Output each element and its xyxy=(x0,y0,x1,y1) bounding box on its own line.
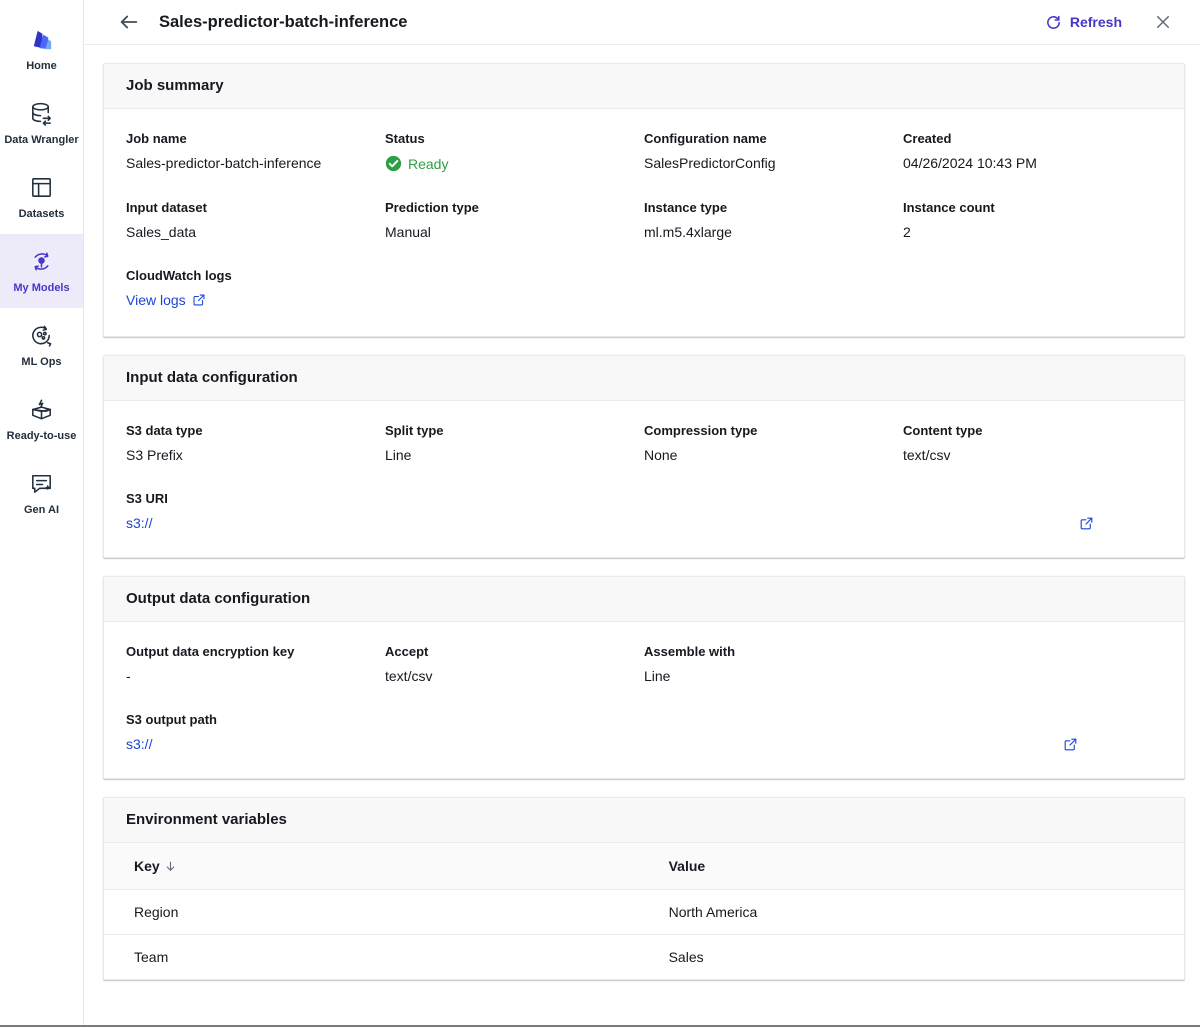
env-key-cell: Team xyxy=(104,935,639,980)
sidebar-item-label: Datasets xyxy=(19,208,65,220)
sidebar-item-label: Data Wrangler xyxy=(4,134,78,146)
close-icon xyxy=(1154,13,1172,31)
sidebar-item-data-wrangler[interactable]: Data Wrangler xyxy=(0,86,83,160)
card-title: Input data configuration xyxy=(126,369,298,386)
close-button[interactable] xyxy=(1150,9,1176,35)
s3-uri-open-button[interactable] xyxy=(1079,516,1094,531)
sidebar-item-label: Gen AI xyxy=(24,504,59,516)
external-link-icon xyxy=(1079,516,1094,531)
field-split-type: Split type Line xyxy=(385,423,644,463)
datasets-icon xyxy=(28,174,55,201)
s3-output-path-link[interactable]: s3:// xyxy=(126,736,152,752)
field-instance-type: Instance type ml.m5.4xlarge xyxy=(644,200,903,240)
env-value-cell: Sales xyxy=(639,935,1184,980)
my-models-icon xyxy=(28,248,55,275)
sidebar-item-label: ML Ops xyxy=(21,356,61,368)
sidebar-item-home[interactable]: Home xyxy=(0,12,83,86)
canvas-logo-icon xyxy=(28,26,55,53)
environment-variables-card: Environment variables Key Value Re xyxy=(103,797,1185,980)
ready-to-use-icon xyxy=(28,396,55,423)
environment-variables-table: Key Value Region North America Team S xyxy=(104,843,1184,979)
column-header-value: Value xyxy=(639,843,1184,890)
field-status: Status Ready xyxy=(385,131,644,172)
external-link-icon xyxy=(192,293,206,307)
sidebar-item-ml-ops[interactable]: ML Ops xyxy=(0,308,83,382)
field-encryption-key: Output data encryption key - xyxy=(126,644,385,684)
env-key-cell: Region xyxy=(104,890,639,935)
table-row: Team Sales xyxy=(104,935,1184,980)
field-job-name: Job name Sales-predictor-batch-inference xyxy=(126,131,385,172)
sidebar-item-label: Ready-to-use xyxy=(7,430,77,442)
app-sidebar: Home Data Wrangler Datasets My Mode xyxy=(0,0,84,1025)
field-prediction-type: Prediction type Manual xyxy=(385,200,644,240)
card-title: Job summary xyxy=(126,77,224,94)
view-logs-link[interactable]: View logs xyxy=(126,292,206,308)
field-created: Created 04/26/2024 10:43 PM xyxy=(903,131,1162,172)
card-title: Environment variables xyxy=(126,811,287,828)
gen-ai-icon xyxy=(28,470,55,497)
sidebar-item-label: My Models xyxy=(13,282,69,294)
job-summary-header: Job summary xyxy=(104,64,1184,109)
field-instance-count: Instance count 2 xyxy=(903,200,1162,240)
environment-variables-header: Environment variables xyxy=(104,798,1184,843)
job-summary-card: Job summary Job name Sales-predictor-bat… xyxy=(103,63,1185,337)
sidebar-item-ready-to-use[interactable]: Ready-to-use xyxy=(0,382,83,456)
main-panel: Sales-predictor-batch-inference Refresh … xyxy=(85,0,1200,1025)
status-badge: Ready xyxy=(385,155,644,172)
field-s3-uri: S3 URI s3:// xyxy=(126,491,1162,531)
s3-uri-link[interactable]: s3:// xyxy=(126,515,152,531)
field-accept: Accept text/csv xyxy=(385,644,644,684)
output-config-header: Output data configuration xyxy=(104,577,1184,622)
back-arrow-icon xyxy=(118,11,140,33)
field-input-dataset: Input dataset Sales_data xyxy=(126,200,385,240)
external-link-icon xyxy=(1063,737,1078,752)
env-value-cell: North America xyxy=(639,890,1184,935)
refresh-button[interactable]: Refresh xyxy=(1045,14,1122,31)
data-wrangler-icon xyxy=(28,100,55,127)
input-config-card: Input data configuration S3 data type S3… xyxy=(103,355,1185,558)
page-title: Sales-predictor-batch-inference xyxy=(159,13,407,32)
page-header: Sales-predictor-batch-inference Refresh xyxy=(85,0,1200,45)
field-assemble-with: Assemble with Line xyxy=(644,644,903,684)
field-content-type: Content type text/csv xyxy=(903,423,1162,463)
ml-ops-icon xyxy=(28,322,55,349)
input-config-header: Input data configuration xyxy=(104,356,1184,401)
card-title: Output data configuration xyxy=(126,590,310,607)
field-cloudwatch-logs: CloudWatch logs View logs xyxy=(126,268,1162,310)
sidebar-item-label: Home xyxy=(26,60,57,72)
sidebar-item-my-models[interactable]: My Models xyxy=(0,234,83,308)
output-config-card: Output data configuration Output data en… xyxy=(103,576,1185,779)
column-header-key[interactable]: Key xyxy=(104,843,639,890)
sort-descending-icon[interactable] xyxy=(160,858,177,874)
field-configuration-name: Configuration name SalesPredictorConfig xyxy=(644,131,903,172)
sidebar-item-gen-ai[interactable]: Gen AI xyxy=(0,456,83,530)
back-button[interactable] xyxy=(115,8,143,36)
field-s3-output-path: S3 output path s3:// xyxy=(126,712,1162,752)
table-row: Region North America xyxy=(104,890,1184,935)
field-s3-data-type: S3 data type S3 Prefix xyxy=(126,423,385,463)
field-compression-type: Compression type None xyxy=(644,423,903,463)
s3-output-open-button[interactable] xyxy=(1063,737,1078,752)
refresh-label: Refresh xyxy=(1070,14,1122,30)
refresh-icon xyxy=(1045,14,1062,31)
status-ready-icon xyxy=(385,155,402,172)
sidebar-item-datasets[interactable]: Datasets xyxy=(0,160,83,234)
